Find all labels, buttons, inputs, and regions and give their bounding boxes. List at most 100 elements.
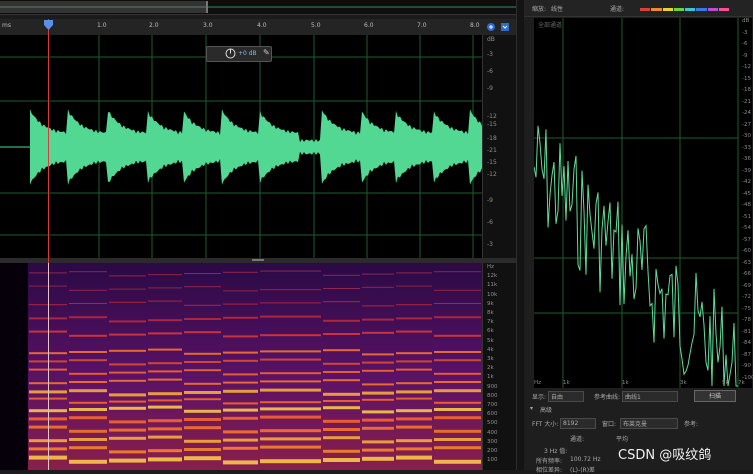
spectrogram-band	[323, 419, 360, 423]
hz-label: 9k	[487, 300, 494, 307]
spectrogram-band	[323, 406, 360, 410]
spectrogram-band	[323, 400, 360, 402]
spectrogram-band	[223, 316, 258, 319]
volume-value: +0 dB	[238, 50, 257, 57]
waveform-panel[interactable]	[0, 35, 482, 258]
spectrogram-band	[223, 381, 258, 384]
overview-strip[interactable]	[0, 0, 516, 15]
spectrogram-band	[434, 372, 481, 375]
fa-freq-label: 7k	[738, 380, 745, 386]
spectrogram-band	[69, 271, 107, 273]
hz-label: 900	[487, 383, 498, 390]
spectrogram-band	[184, 426, 221, 430]
spectrogram-band	[184, 286, 221, 288]
spectrogram-band	[396, 330, 432, 333]
spectrogram-band	[434, 289, 481, 291]
hz-label: 2k	[487, 365, 494, 372]
divider-grip[interactable]	[252, 259, 264, 261]
spectrogram-band	[362, 369, 394, 372]
spectrogram-band	[362, 286, 394, 288]
fa-db-label: -36	[742, 156, 751, 162]
fa-db-label: -33	[742, 144, 751, 151]
spectrogram-band	[260, 437, 321, 441]
spectrogram-band	[69, 334, 107, 337]
spectrogram-band	[396, 317, 432, 320]
frequency-axis-labels: dB -3 -6 -9 -12 -15 -18 -21 -24 -27 -30 -33 -36 -39 -4…	[524, 0, 753, 420]
spectrogram-band	[148, 435, 182, 439]
overview-visible-range[interactable]	[0, 1, 208, 13]
time-ruler[interactable]: ms 1.0 2.0 3.0 4.0 5.0 6.0 7.0 8.0	[0, 19, 516, 36]
spectrogram-band	[362, 440, 394, 444]
advanced-label[interactable]: 高级	[540, 405, 552, 414]
spectrogram-band	[362, 398, 394, 401]
scan-button[interactable]: 扫描	[694, 390, 736, 402]
spectrogram-band	[260, 445, 321, 449]
spectrogram-band	[109, 275, 146, 277]
spectrogram-band	[184, 273, 221, 274]
hz-label: 12k	[487, 273, 498, 280]
spectrogram-band	[109, 301, 146, 303]
reference-label: 参考曲线:	[594, 394, 621, 401]
waveform-display	[0, 35, 482, 258]
reference-select[interactable]: 曲线1	[622, 391, 678, 402]
fa-freq-label: Hz	[534, 380, 542, 386]
spectrogram-band	[109, 400, 146, 403]
window-select[interactable]: 布莱克曼	[620, 418, 678, 429]
spectrogram-band	[184, 318, 221, 320]
spectrogram-band	[223, 446, 258, 450]
fa-db-label: -27	[742, 121, 751, 128]
db-label: -3	[487, 241, 493, 248]
spectrogram-band	[323, 319, 360, 322]
spectrogram-band	[323, 362, 360, 365]
spectrogram-band	[223, 408, 258, 412]
reference-value: 曲线1	[625, 394, 641, 401]
spectrogram-band	[434, 389, 481, 393]
display-value: 自由	[551, 394, 564, 401]
spectrogram-band	[323, 449, 360, 453]
fa-db-label: -15	[742, 75, 751, 82]
ruler-tick: 7.0	[417, 22, 427, 29]
fa-db-label: -78	[742, 317, 751, 323]
db-label: -12	[487, 113, 497, 120]
zoom-menu-icon[interactable]	[500, 22, 510, 32]
fa-db-label: dB	[742, 18, 750, 24]
spectrogram-band	[260, 350, 321, 353]
spectrogram-band	[260, 407, 321, 411]
display-select[interactable]: 自由	[548, 391, 584, 402]
fa-db-label: -45	[742, 190, 751, 197]
spectrogram-band	[260, 429, 321, 433]
spectrogram-band	[396, 272, 432, 274]
spectrogram-panel[interactable]	[0, 263, 482, 470]
spectrogram-band	[362, 318, 394, 321]
spectrogram-band	[323, 436, 360, 440]
hz-label: 4k	[487, 346, 494, 353]
hz-label: 500	[487, 420, 498, 427]
playhead-handle-icon[interactable]	[44, 20, 53, 30]
fft-size-select[interactable]: 8192	[560, 418, 596, 429]
spectrogram-band	[323, 333, 360, 335]
spectrogram-band	[148, 362, 182, 365]
reference-checkbox-label[interactable]: 参考:	[684, 419, 698, 428]
spectrogram-band	[69, 401, 107, 404]
volume-knob-icon[interactable]	[225, 48, 236, 59]
hz-label: 10k	[487, 291, 498, 298]
volume-hud[interactable]: +0 dB ✎	[206, 46, 272, 62]
spectrogram-band	[362, 383, 394, 386]
fa-db-label: -12	[742, 64, 751, 70]
spectrogram-band	[260, 388, 321, 392]
spectrogram-band	[148, 274, 182, 276]
fa-db-label: -54	[742, 225, 751, 231]
ruler-tick: 8.0	[470, 22, 480, 29]
spectrogram-band	[434, 416, 481, 420]
expand-arrow-icon[interactable]: ▾	[530, 405, 533, 412]
spectrogram-band	[184, 331, 221, 334]
fa-db-label: -81	[742, 328, 751, 335]
spectrogram-hz-scale: Hz 12k 11k 10k 9k 8k 7k 6k 5k 4k 3k 2k 1k 900 800 700 60…	[482, 263, 517, 470]
spectrogram-band	[148, 378, 182, 381]
spectrogram-band	[69, 438, 107, 441]
ruler-tick: 6.0	[364, 22, 374, 29]
zoom-in-icon[interactable]	[486, 22, 496, 32]
pin-icon[interactable]: ✎	[263, 48, 270, 57]
spectrogram-band	[69, 459, 107, 464]
spectrogram-band	[109, 450, 146, 454]
